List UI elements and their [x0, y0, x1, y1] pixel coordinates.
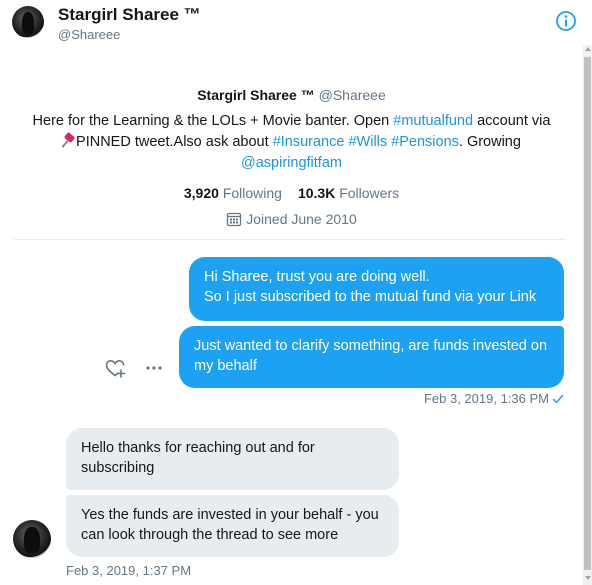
scrollbar[interactable] [583, 45, 592, 585]
message-text: Hello thanks for reaching out and for su… [81, 440, 315, 476]
pushpin-icon [62, 134, 74, 148]
received-timestamp: Feb 3, 2019, 1:37 PM [66, 563, 192, 578]
profile-name-line: Stargirl Sharee ™ @Shareee [0, 87, 583, 107]
scrollbar-thumb[interactable] [584, 57, 591, 570]
received-message-bubble[interactable]: Yes the funds are invested in your behal… [66, 495, 399, 557]
hashtag-insurance-link[interactable]: #Insurance [273, 134, 345, 150]
following-stat[interactable]: 3,920 Following [184, 185, 282, 201]
following-label: Following [222, 185, 282, 201]
profile-handle: @Shareee [318, 87, 386, 103]
header-handle: @Shareee [58, 27, 121, 42]
sender-avatar[interactable] [13, 520, 51, 558]
header-avatar[interactable] [12, 6, 44, 38]
mention-link[interactable]: @aspiringfitfam [241, 155, 342, 171]
check-icon [552, 394, 564, 404]
hashtag-mutualfund-link[interactable]: #mutualfund [393, 113, 473, 129]
joined-date: Joined June 2010 [0, 211, 583, 231]
calendar-icon [227, 212, 242, 227]
bio-text: account via [473, 113, 551, 129]
hashtag-pensions-link[interactable]: #Pensions [391, 134, 459, 150]
timestamp-text: Feb 3, 2019, 1:36 PM [423, 391, 549, 406]
sent-message-bubble[interactable]: Hi Sharee, trust you are doing well. So … [189, 257, 564, 321]
bio-text: Here for the Learning & the LOLs + Movie… [32, 113, 394, 129]
message-text: Hi Sharee, trust you are doing well. [204, 269, 430, 285]
conversation-header: Stargirl Sharee ™ @Shareee [0, 0, 592, 52]
bio-text: PINNED tweet.Also ask about [76, 134, 273, 150]
joined-text: Joined June 2010 [246, 211, 357, 227]
bio-text: . Growing [458, 134, 521, 150]
followers-stat[interactable]: 10.3K Followers [298, 185, 399, 201]
message-text: So I just subscribed to the mutual fund … [204, 289, 537, 305]
header-name[interactable]: Stargirl Sharee ™ [58, 5, 201, 25]
divider [14, 239, 566, 240]
received-message-bubble[interactable]: Hello thanks for reaching out and for su… [66, 428, 399, 490]
profile-stats: 3,920 Following 10.3K Followers [0, 185, 583, 205]
hashtag-wills-link[interactable]: #Wills [348, 134, 387, 150]
heart-plus-icon[interactable] [104, 357, 126, 379]
scroll-down-arrow-icon[interactable] [585, 576, 591, 580]
followers-count: 10.3K [297, 185, 336, 201]
info-icon[interactable] [555, 10, 577, 32]
profile-bio: Here for the Learning & the LOLs + Movie… [32, 111, 552, 174]
sent-message-bubble[interactable]: Just wanted to clarify something, are fu… [179, 326, 564, 388]
sent-timestamp: Feb 3, 2019, 1:36 PM [400, 391, 564, 406]
following-count: 3,920 [183, 185, 219, 201]
message-text: Just wanted to clarify something, are fu… [194, 338, 548, 374]
more-dots-icon[interactable] [143, 357, 165, 379]
profile-summary: Stargirl Sharee ™ @Shareee Here for the … [0, 80, 583, 231]
followers-label: Followers [339, 185, 400, 201]
message-text: Yes the funds are invested in your behal… [81, 507, 379, 543]
profile-name[interactable]: Stargirl Sharee ™ [197, 87, 315, 103]
scroll-up-arrow-icon[interactable] [585, 47, 591, 51]
